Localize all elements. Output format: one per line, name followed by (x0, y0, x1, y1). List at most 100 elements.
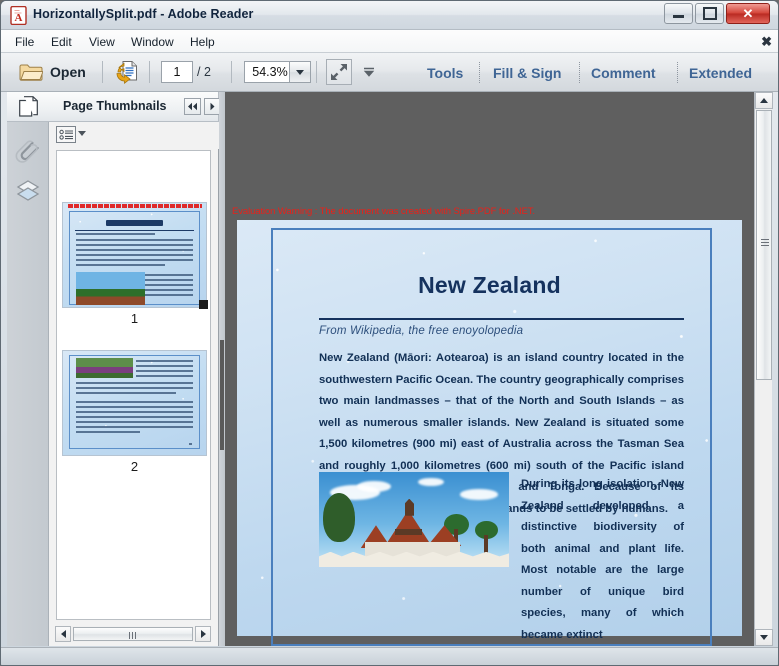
menu-item-help[interactable]: Help (184, 34, 221, 50)
thumbnail-text-line (145, 289, 193, 291)
toolbar-dot-separator-3 (677, 62, 678, 83)
close-button[interactable]: ✕ (726, 3, 770, 24)
thumbnail-text-line (145, 294, 193, 296)
fit-dropdown-button[interactable] (361, 66, 377, 78)
thumbnail-photo (76, 272, 145, 305)
thumbnail-text-line (76, 416, 193, 418)
thumbnail-text-line (76, 392, 176, 394)
photo-tree (323, 493, 355, 542)
thumbnail-text-line (136, 365, 193, 367)
vscroll-up-button[interactable] (755, 92, 773, 109)
document-viewport[interactable]: Evaluation Warning : The document was cr… (225, 92, 754, 646)
maximize-button[interactable] (695, 3, 724, 24)
document-title-rule (319, 318, 684, 320)
thumbnail-text-line (76, 431, 140, 433)
hscroll-thumb[interactable] (73, 627, 193, 641)
application-window: A HorizontallySplit.pdf - Adobe Reader ✕… (0, 0, 779, 666)
pdf-icon: A (10, 6, 28, 25)
thumbnails-panel: 1 (49, 122, 219, 646)
chevron-down-icon (296, 70, 304, 75)
maximize-icon (696, 4, 723, 23)
document-subtitle: From Wikipedia, the free enoyolopedia (319, 325, 523, 337)
double-chevron-down-icon (362, 67, 376, 78)
thumbnail-eval-warning (68, 204, 202, 208)
comment-button[interactable]: Comment (591, 53, 656, 92)
thumbnail-text-line (76, 249, 193, 251)
close-icon: ✕ (727, 4, 769, 23)
zoom-dropdown-button[interactable] (289, 61, 311, 83)
window-title: HorizontallySplit.pdf - Adobe Reader (33, 7, 254, 21)
thumbnail-text-line (76, 406, 193, 408)
fit-page-button[interactable] (326, 59, 352, 85)
navigation-icon-rail (7, 122, 49, 646)
thumbnail-text-line (76, 382, 193, 384)
thumbnails-options-caret-icon[interactable] (78, 131, 86, 136)
vscroll-thumb[interactable] (756, 110, 772, 380)
chevron-up-icon (760, 98, 768, 103)
thumbnail-page-2[interactable] (63, 351, 206, 455)
status-bar (1, 647, 779, 665)
chevron-right-icon (209, 102, 216, 111)
thumbnail-text-line (136, 370, 193, 372)
thumbnail-text-line (76, 426, 193, 428)
menu-item-window[interactable]: Window (125, 34, 180, 50)
title-bar: A HorizontallySplit.pdf - Adobe Reader ✕ (1, 1, 779, 30)
extended-button[interactable]: Extended (689, 53, 752, 92)
grip-icon (761, 239, 769, 246)
thumbnails-prev-button[interactable] (184, 98, 201, 115)
hscroll-left-button[interactable] (55, 626, 71, 642)
layers-icon[interactable] (15, 178, 41, 204)
open-button[interactable]: Open (13, 58, 92, 86)
document-vertical-scrollbar[interactable] (754, 92, 772, 646)
vscroll-down-button[interactable] (755, 629, 773, 646)
rotate-page-button[interactable] (115, 60, 141, 84)
tools-button[interactable]: Tools (427, 53, 463, 92)
photo-cloud (460, 489, 498, 499)
thumbnail-page-1[interactable] (63, 203, 206, 307)
menu-bar: File Edit View Window Help ✖ (1, 30, 779, 53)
photo-cloud (357, 481, 391, 492)
hscroll-right-button[interactable] (195, 626, 211, 642)
toolbar-dot-separator-2 (579, 62, 580, 83)
menu-item-edit[interactable]: Edit (45, 34, 78, 50)
page-thumbnails-icon (19, 96, 39, 117)
thumbnail-rule (75, 230, 194, 231)
page-number-input[interactable]: 1 (161, 61, 193, 83)
toolbar-separator-2 (149, 61, 150, 83)
thumbnail-text-line (136, 375, 193, 377)
thumbnail-selection-handle[interactable] (199, 300, 208, 309)
splitter-grip-icon[interactable] (220, 340, 224, 450)
chevron-left-icon (61, 630, 66, 638)
close-document-icon[interactable]: ✖ (761, 34, 772, 50)
toolbar-dot-separator-1 (479, 62, 480, 83)
minimize-button[interactable] (664, 3, 693, 24)
thumbnail-photo (76, 358, 133, 378)
open-button-label: Open (50, 64, 86, 80)
list-options-icon (59, 129, 74, 141)
thumbnails-options-button[interactable] (56, 126, 76, 143)
thumbnail-title-bar (106, 220, 163, 226)
thumbnail-text-line (76, 401, 193, 403)
toolbar-separator-3 (231, 61, 232, 83)
rotate-page-icon (115, 60, 141, 84)
photo-gable-detail (395, 529, 422, 535)
thumbnail-text-line (76, 254, 193, 256)
double-chevron-left-icon (187, 102, 198, 111)
thumbnail-text-line (145, 284, 193, 286)
attachments-icon[interactable] (15, 138, 41, 164)
minimize-icon (665, 4, 692, 23)
thumbnails-horizontal-scrollbar[interactable] (55, 626, 211, 642)
thumbnail-text-line (145, 274, 193, 276)
fit-page-icon (329, 62, 349, 82)
thumbnail-text-line (76, 421, 193, 423)
menu-item-view[interactable]: View (83, 34, 121, 50)
thumbnail-text-line (76, 233, 155, 235)
thumbnail-text-line (76, 239, 193, 241)
menu-item-file[interactable]: File (9, 34, 40, 50)
thumbnail-text-line (76, 244, 193, 246)
thumbnail-number-2: 2 (57, 459, 211, 474)
thumbnails-scroll-area[interactable]: 1 (56, 150, 211, 620)
thumbnail-text-line (76, 411, 193, 413)
navigation-panel-header: Page Thumbnails (7, 92, 219, 122)
fill-sign-button[interactable]: Fill & Sign (493, 53, 561, 92)
